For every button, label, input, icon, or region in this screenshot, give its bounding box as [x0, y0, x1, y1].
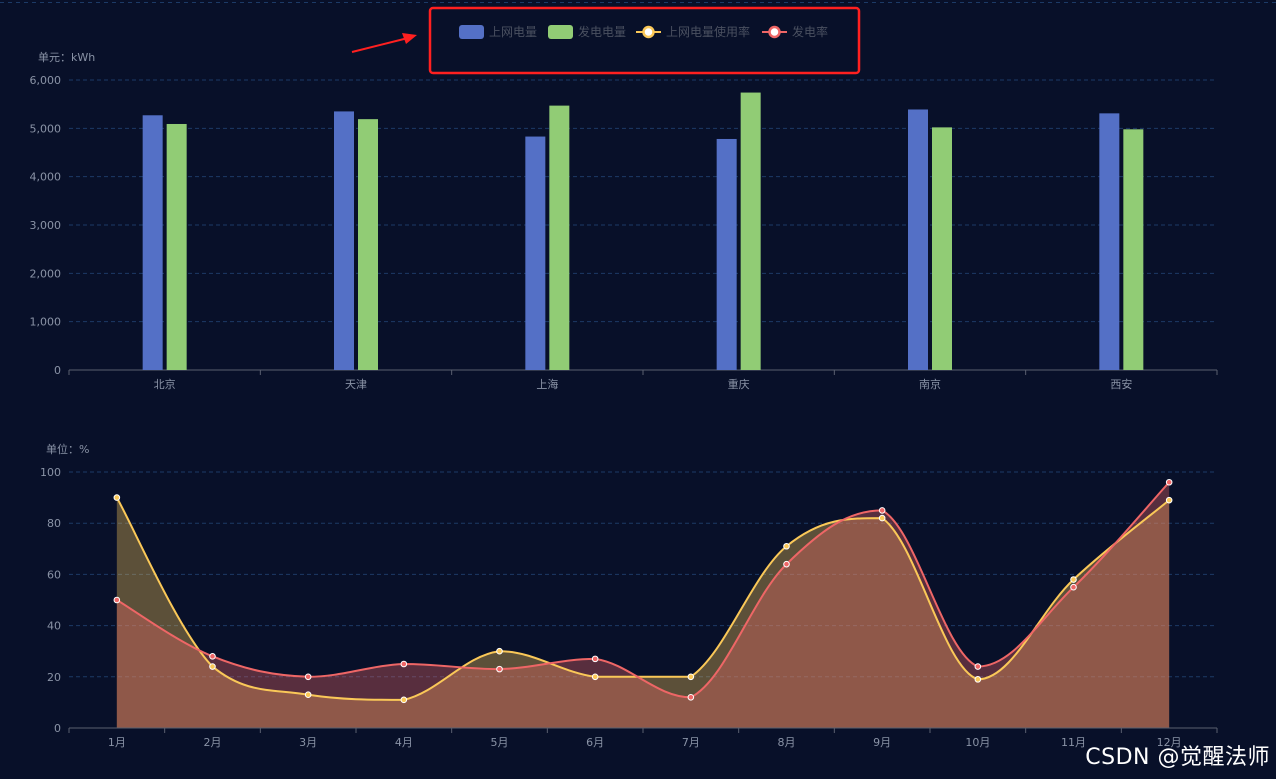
legend-highlight-box: [428, 6, 861, 75]
data-point: [400, 696, 408, 704]
data-point: [304, 691, 312, 699]
data-point: [113, 596, 121, 604]
y-tick-label: 5,000: [30, 122, 62, 135]
x-tick-label: 北京: [154, 377, 176, 391]
y-tick-label: 100: [40, 466, 61, 479]
bar: [908, 109, 928, 370]
data-point: [974, 663, 982, 670]
y-tick-label: 20: [47, 671, 61, 684]
bar: [1123, 129, 1144, 370]
x-tick-label: 8月: [778, 736, 796, 749]
legend: 上网电量 发电电量 上网电量使用率 发电率: [459, 24, 828, 39]
bar: [740, 92, 761, 371]
data-point: [1070, 583, 1077, 591]
bar: [334, 111, 354, 371]
bar: [358, 119, 378, 371]
bar-chart: 单元：kWh 0 1,000 2,000 3,000 4,000 5,000 6,000 北京…: [30, 51, 1218, 391]
x-tick-label: 上海: [536, 377, 558, 391]
bar: [716, 138, 737, 370]
legend-marker-3: [642, 25, 655, 39]
data-point: [113, 494, 121, 501]
legend-marker-4: [768, 25, 781, 39]
x-tick-label: 11月: [1061, 736, 1086, 749]
data-point: [878, 514, 886, 522]
y-tick-label: 40: [47, 620, 61, 633]
bar: [142, 115, 163, 371]
y-tick-label: 60: [47, 568, 61, 581]
annotation-arrow: [351, 33, 417, 53]
data-point: [1070, 576, 1077, 583]
y-tick-label: 1,000: [30, 316, 62, 329]
legend-label-1: 上网电量: [489, 25, 537, 39]
x-tick-label: 10月: [965, 736, 990, 749]
data-point: [1165, 496, 1173, 504]
x-tick-label: 2月: [204, 736, 222, 749]
bar: [525, 136, 546, 370]
x-tick-label: 3月: [299, 736, 317, 749]
y-tick-label: 6,000: [30, 74, 62, 87]
data-point: [783, 542, 790, 550]
y-tick-label: 2,000: [30, 267, 62, 280]
data-point: [1165, 478, 1173, 486]
legend-label-4: 发电率: [792, 24, 828, 39]
data-point: [209, 653, 216, 660]
x-tick-label: 7月: [682, 736, 700, 749]
data-point: [687, 693, 695, 701]
bar-unit-label: 单元：kWh: [38, 51, 95, 64]
x-tick-label: 1月: [108, 736, 126, 749]
x-tick-label: 天津: [345, 378, 367, 391]
legend-swatch-1: [459, 25, 484, 39]
x-tick-label: 西安: [1110, 377, 1132, 391]
legend-label-3: 上网电量使用率: [666, 24, 750, 39]
bar: [932, 127, 952, 370]
data-point: [591, 655, 599, 663]
x-tick-label: 5月: [491, 736, 509, 749]
bar: [166, 123, 187, 370]
watermark: CSDN @觉醒法师: [1085, 745, 1270, 770]
y-tick-label: 3,000: [30, 219, 62, 232]
data-point: [687, 673, 695, 681]
legend-label-2: 发电电量: [578, 24, 626, 39]
y-tick-label: 80: [47, 517, 61, 530]
legend-swatch-2: [548, 25, 573, 39]
data-point: [304, 673, 312, 681]
x-tick-label: 4月: [395, 736, 413, 749]
data-point: [496, 665, 503, 673]
bar: [1099, 113, 1120, 370]
data-point: [496, 647, 503, 655]
data-point: [591, 673, 599, 681]
area-chart: 单位：% 0 20 40 60 80 100 1月 2月 3月 4月 5月 6月 7月 8月 9月 10月 11…: [40, 442, 1218, 749]
chart-canvas: 上网电量 发电电量 上网电量使用率 发电率 单元：kWh 0 1,000 2,000 3,0…: [0, 2, 1276, 749]
data-point: [878, 507, 886, 514]
x-tick-label: 南京: [919, 377, 941, 391]
x-tick-label: 重庆: [728, 377, 750, 391]
y-tick-label: 4,000: [30, 171, 62, 184]
area-unit-label: 单位：%: [46, 442, 89, 456]
data-point: [209, 663, 216, 670]
data-point: [974, 676, 982, 683]
x-tick-label: 9月: [873, 736, 891, 749]
y-tick-label: 0: [54, 364, 61, 377]
data-point: [783, 560, 790, 568]
y-tick-label: 0: [54, 722, 61, 735]
x-tick-label: 6月: [586, 736, 604, 749]
data-point: [400, 660, 408, 668]
bar: [549, 105, 570, 370]
